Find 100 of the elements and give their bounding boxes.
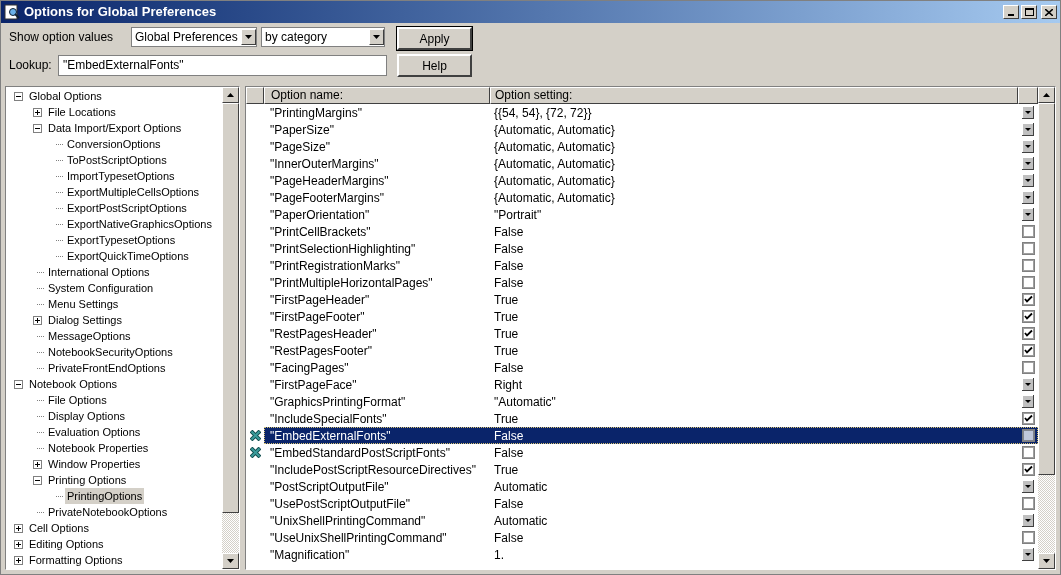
table-row[interactable]: "PrintRegistrationMarks" False [264, 257, 1038, 274]
table-row[interactable]: "InnerOuterMargins" {Automatic, Automatic} [264, 155, 1038, 172]
table-row[interactable]: "GraphicsPrintingFormat" "Automatic" [264, 393, 1038, 410]
tree-item[interactable]: System Configuration [46, 279, 156, 297]
tree-item[interactable]: MessageOptions [46, 327, 133, 345]
table-row[interactable]: "FirstPageFooter" True [264, 308, 1038, 325]
table-row[interactable]: "PaperOrientation" "Portrait" [264, 206, 1038, 223]
table-row[interactable]: "UsePostScriptOutputFile" False [264, 495, 1038, 512]
table-row[interactable]: "PageSize" {Automatic, Automatic} [264, 138, 1038, 155]
checkbox[interactable] [1021, 276, 1035, 289]
collapse-icon[interactable] [33, 123, 42, 133]
checkbox[interactable] [1021, 463, 1035, 476]
scroll-down-button[interactable] [222, 553, 239, 569]
tree-item[interactable]: Window Properties [46, 455, 143, 473]
tree-item[interactable]: Editing Options [27, 535, 106, 553]
checkbox[interactable] [1021, 225, 1035, 238]
help-button[interactable]: Help [397, 54, 472, 77]
scroll-up-button[interactable] [222, 87, 239, 103]
tree-item[interactable]: Evaluation Options [46, 423, 143, 441]
table-row[interactable]: "PrintCellBrackets" False [264, 223, 1038, 240]
tree-item[interactable]: ConversionOptions [65, 135, 163, 153]
dropdown-arrow-icon[interactable] [1022, 548, 1034, 561]
table-row[interactable]: "IncludePostScriptResourceDirectives" True [264, 461, 1038, 478]
tree-item[interactable]: Notebook Options [27, 375, 120, 393]
tree-item[interactable]: Menu Settings [46, 295, 121, 313]
table-row[interactable]: "Magnification" 1. [264, 546, 1038, 563]
dropdown-arrow-icon[interactable] [1022, 378, 1034, 391]
collapse-icon[interactable] [33, 475, 42, 485]
tree-item[interactable]: ExportNativeGraphicsOptions [65, 215, 214, 233]
expand-icon[interactable] [14, 523, 23, 533]
table-row[interactable]: "FirstPageHeader" True [264, 291, 1038, 308]
table-row[interactable]: "PrintMultipleHorizontalPages" False [264, 274, 1038, 291]
tree-item[interactable]: ImportTypesetOptions [65, 167, 177, 185]
tree-item[interactable]: File Options [46, 391, 109, 409]
tree-item[interactable]: PrivateNotebookOptions [46, 503, 170, 521]
table-row[interactable]: "IncludeSpecialFonts" True [264, 410, 1038, 427]
grouping-dropdown[interactable]: by category [261, 27, 385, 47]
checkbox[interactable] [1021, 293, 1035, 306]
tree-item[interactable]: Cell Options [27, 519, 91, 537]
table-row[interactable]: "EmbedExternalFonts" False [264, 427, 1038, 444]
dropdown-arrow-icon[interactable] [1022, 157, 1034, 170]
table-row[interactable]: "PostScriptOutputFile" Automatic [264, 478, 1038, 495]
table-row[interactable]: "RestPagesFooter" True [264, 342, 1038, 359]
table-row[interactable]: "UnixShellPrintingCommand" Automatic [264, 512, 1038, 529]
dropdown-arrow-icon[interactable] [1022, 514, 1034, 527]
expand-icon[interactable] [14, 539, 23, 549]
tree-item[interactable]: PrintingOptions [65, 487, 145, 505]
table-row[interactable]: "PrintSelectionHighlighting" False [264, 240, 1038, 257]
checkbox[interactable] [1021, 259, 1035, 272]
table-row[interactable]: "PaperSize" {Automatic, Automatic} [264, 121, 1038, 138]
table-row[interactable]: "FirstPageFace" Right [264, 376, 1038, 393]
tree-item[interactable]: Dialog Settings [46, 311, 124, 329]
table-row[interactable]: "PageHeaderMargins" {Automatic, Automatic} [264, 172, 1038, 189]
checkbox[interactable] [1021, 344, 1035, 357]
tree-item[interactable]: International Options [46, 263, 152, 281]
collapse-icon[interactable] [14, 379, 23, 389]
tree-item[interactable]: ToPostScriptOptions [65, 151, 169, 169]
tree-item[interactable]: Notebook Properties [46, 439, 151, 457]
minimize-button[interactable] [1003, 5, 1019, 19]
checkbox[interactable] [1021, 497, 1035, 510]
tree-item[interactable]: Data Import/Export Options [46, 119, 184, 137]
checkbox[interactable] [1021, 446, 1035, 459]
table-row[interactable]: "PrintingMargins" {{54, 54}, {72, 72}} [264, 104, 1038, 121]
column-header[interactable]: Option name: [264, 87, 490, 104]
table-row[interactable]: "EmbedStandardPostScriptFonts" False [264, 444, 1038, 461]
checkbox[interactable] [1021, 242, 1035, 255]
checkbox[interactable] [1021, 412, 1035, 425]
scope-dropdown[interactable]: Global Preferences [131, 27, 257, 47]
dropdown-arrow-icon[interactable] [1022, 123, 1034, 136]
tree-item[interactable]: PrivateFrontEndOptions [46, 359, 168, 377]
close-button[interactable] [1041, 5, 1057, 19]
checkbox[interactable] [1021, 429, 1035, 442]
tree-item[interactable]: NotebookSecurityOptions [46, 343, 175, 361]
dropdown-arrow-icon[interactable] [1022, 174, 1034, 187]
tree-item[interactable]: File Locations [46, 103, 118, 121]
expand-icon[interactable] [33, 315, 42, 325]
scroll-up-button[interactable] [1038, 87, 1055, 103]
table-row[interactable]: "FacingPages" False [264, 359, 1038, 376]
tree-item[interactable]: Formatting Options [27, 551, 125, 569]
expand-icon[interactable] [14, 555, 23, 565]
expand-icon[interactable] [33, 107, 42, 117]
checkbox[interactable] [1021, 327, 1035, 340]
scrollbar-thumb[interactable] [1038, 103, 1055, 475]
table-row[interactable]: "UseUnixShellPrintingCommand" False [264, 529, 1038, 546]
column-header[interactable]: Option setting: [490, 87, 1018, 104]
tree-item[interactable]: Printing Options [46, 471, 129, 489]
collapse-icon[interactable] [14, 91, 23, 101]
checkbox[interactable] [1021, 361, 1035, 374]
table-row[interactable]: "RestPagesHeader" True [264, 325, 1038, 342]
tree-item[interactable]: Global Options [27, 87, 104, 105]
maximize-button[interactable] [1021, 5, 1037, 19]
tree-item[interactable]: ExportPostScriptOptions [65, 199, 189, 217]
dropdown-arrow-icon[interactable] [1022, 140, 1034, 153]
dropdown-arrow-icon[interactable] [1022, 208, 1034, 221]
tree-item[interactable]: ExportTypesetOptions [65, 231, 178, 249]
dropdown-arrow-icon[interactable] [1022, 191, 1034, 204]
tree-item[interactable]: ExportMultipleCellsOptions [65, 183, 202, 201]
scroll-down-button[interactable] [1038, 553, 1055, 569]
dropdown-arrow-icon[interactable] [1022, 480, 1034, 493]
scrollbar-thumb[interactable] [222, 103, 239, 513]
